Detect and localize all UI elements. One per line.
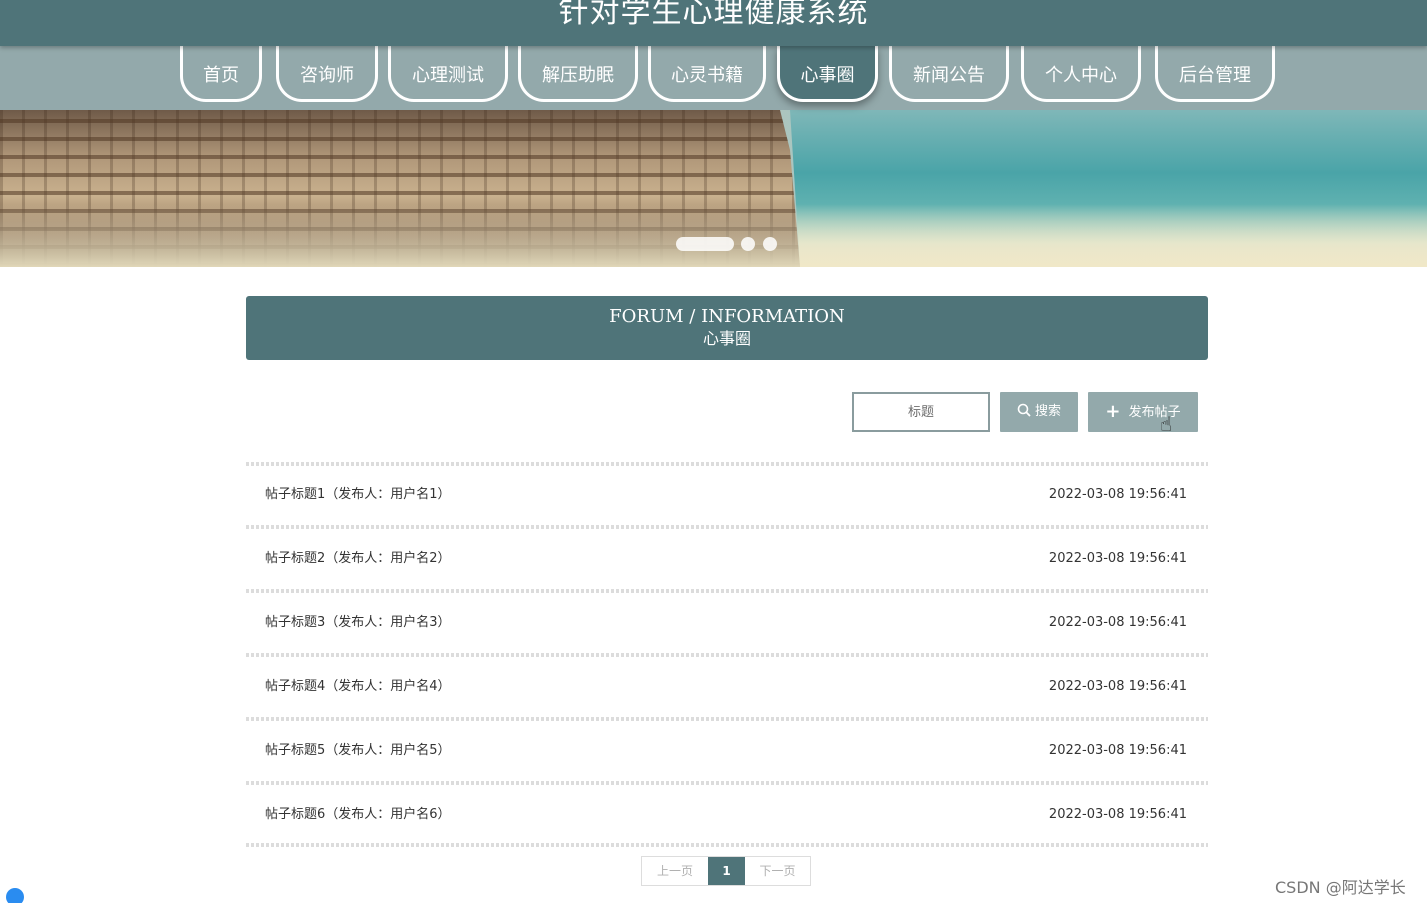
post-title[interactable]: 帖子标题1（发布人：用户名1） [265,465,451,525]
post-time: 2022-03-08 19:56:41 [1048,743,1187,758]
post-row[interactable]: 帖子标题6（发布人：用户名6） 2022-03-08 19:56:41 [246,785,1208,845]
list-divider [246,843,1208,847]
floating-widget-icon[interactable] [6,888,24,903]
section-title-en: FORUM / INFORMATION [609,306,845,327]
post-time: 2022-03-08 19:56:41 [1048,679,1187,694]
post-title[interactable]: 帖子标题4（发布人：用户名4） [265,657,451,717]
post-title[interactable]: 帖子标题3（发布人：用户名3） [265,593,451,653]
watermark: CSDN @阿达学长 [1275,878,1406,897]
post-row[interactable]: 帖子标题5（发布人：用户名5） 2022-03-08 19:56:41 [246,721,1208,781]
post-title[interactable]: 帖子标题2（发布人：用户名2） [265,529,451,589]
post-row[interactable]: 帖子标题1（发布人：用户名1） 2022-03-08 19:56:41 [246,465,1208,525]
prev-page-button[interactable]: 上一页 [642,857,708,885]
carousel-dot-3[interactable] [763,237,777,251]
nav-item-home[interactable]: 首页 [180,46,262,102]
carousel-dot-2[interactable] [741,237,755,251]
site-header: 针对学生心理健康系统 [0,0,1427,46]
next-page-button[interactable]: 下一页 [745,857,810,885]
nav-item-forum[interactable]: 心事圈 [777,46,878,102]
nav-item-books[interactable]: 心灵书籍 [648,46,766,102]
post-time: 2022-03-08 19:56:41 [1048,487,1187,502]
pagination: 上一页 1 下一页 [641,856,811,886]
section-header: FORUM / INFORMATION 心事圈 [246,296,1208,360]
nav-item-psych-test[interactable]: 心理测试 [388,46,508,102]
search-icon [1017,392,1031,432]
nav-item-news[interactable]: 新闻公告 [889,46,1009,102]
post-row[interactable]: 帖子标题2（发布人：用户名2） 2022-03-08 19:56:41 [246,529,1208,589]
search-button-label: 搜索 [1034,404,1061,419]
plus-icon: + [1105,401,1121,422]
post-row[interactable]: 帖子标题3（发布人：用户名3） 2022-03-08 19:56:41 [246,593,1208,653]
search-button[interactable]: 搜索 [1000,392,1078,432]
post-time: 2022-03-08 19:56:41 [1048,551,1187,566]
carousel-dot-1[interactable] [676,237,734,251]
post-time: 2022-03-08 19:56:41 [1048,807,1187,822]
publish-post-label: 发布帖子 [1128,405,1181,420]
section-title-cn: 心事圈 [702,329,751,348]
nav-item-admin[interactable]: 后台管理 [1155,46,1275,102]
post-title[interactable]: 帖子标题6（发布人：用户名6） [265,785,451,845]
search-input[interactable] [852,392,990,432]
site-title: 针对学生心理健康系统 [558,0,869,30]
main-nav: 首页 咨询师 心理测试 解压助眠 心灵书籍 心事圈 新闻公告 个人中心 后台管理 [0,46,1427,110]
nav-item-relax-sleep[interactable]: 解压助眠 [518,46,638,102]
mouse-pointer-icon: ☝ [1160,412,1173,436]
publish-post-button[interactable]: + 发布帖子 [1088,392,1198,432]
nav-item-counselor[interactable]: 咨询师 [276,46,378,102]
nav-item-profile[interactable]: 个人中心 [1021,46,1141,102]
post-row[interactable]: 帖子标题4（发布人：用户名4） 2022-03-08 19:56:41 [246,657,1208,717]
page-number-current[interactable]: 1 [708,857,745,885]
post-time: 2022-03-08 19:56:41 [1048,615,1187,630]
post-title[interactable]: 帖子标题5（发布人：用户名5） [265,721,451,781]
